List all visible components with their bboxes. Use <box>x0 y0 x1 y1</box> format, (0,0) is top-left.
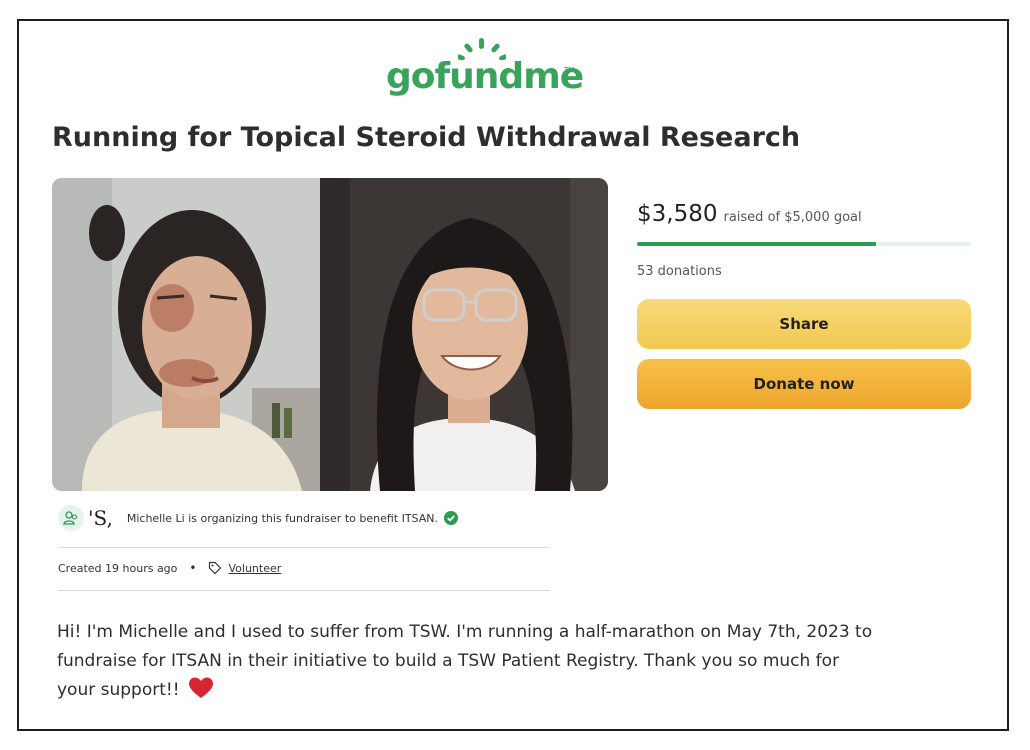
organizer-row: 'S, Michelle Li is organizing this fundr… <box>58 505 458 531</box>
created-time: Created 19 hours ago <box>58 561 178 575</box>
beneficiary-logo[interactable]: 'S, <box>88 506 113 530</box>
campaign-meta: Created 19 hours ago • Volunteer <box>58 561 281 575</box>
photo-after <box>320 178 608 491</box>
donate-now-button[interactable]: Donate now <box>637 359 971 409</box>
goal-label: raised of $5,000 goal <box>723 210 862 225</box>
organizer-avatar[interactable] <box>58 505 84 531</box>
divider <box>58 590 550 591</box>
campaign-title: Running for Topical Steroid Withdrawal R… <box>52 122 801 153</box>
amount-raised: $3,580 <box>637 201 718 227</box>
photo-before <box>52 178 320 491</box>
user-group-icon <box>63 511 78 525</box>
amount-raised-row: $3,580 raised of $5,000 goal <box>637 201 862 227</box>
campaign-photo <box>52 178 608 491</box>
progress-fill <box>637 242 877 246</box>
organizer-text: Michelle Li is organizing this fundraise… <box>126 511 438 525</box>
tag-icon <box>209 561 222 575</box>
trademark-mark: TM <box>564 66 575 74</box>
campaign-story: Hi! I'm Michelle and I used to suffer fr… <box>57 618 877 705</box>
logo-wordmark: gofundme <box>386 56 584 97</box>
progress-bar <box>637 242 971 246</box>
donations-count: 53 donations <box>637 264 722 279</box>
divider <box>58 547 550 548</box>
heart-icon <box>188 677 213 698</box>
share-button[interactable]: Share <box>637 299 971 349</box>
gofundme-logo[interactable]: gofundme TM <box>386 38 584 106</box>
story-text: Hi! I'm Michelle and I used to suffer fr… <box>57 622 873 700</box>
verified-check-icon <box>443 511 458 525</box>
category-link[interactable]: Volunteer <box>228 562 281 575</box>
meta-separator: • <box>189 561 197 575</box>
